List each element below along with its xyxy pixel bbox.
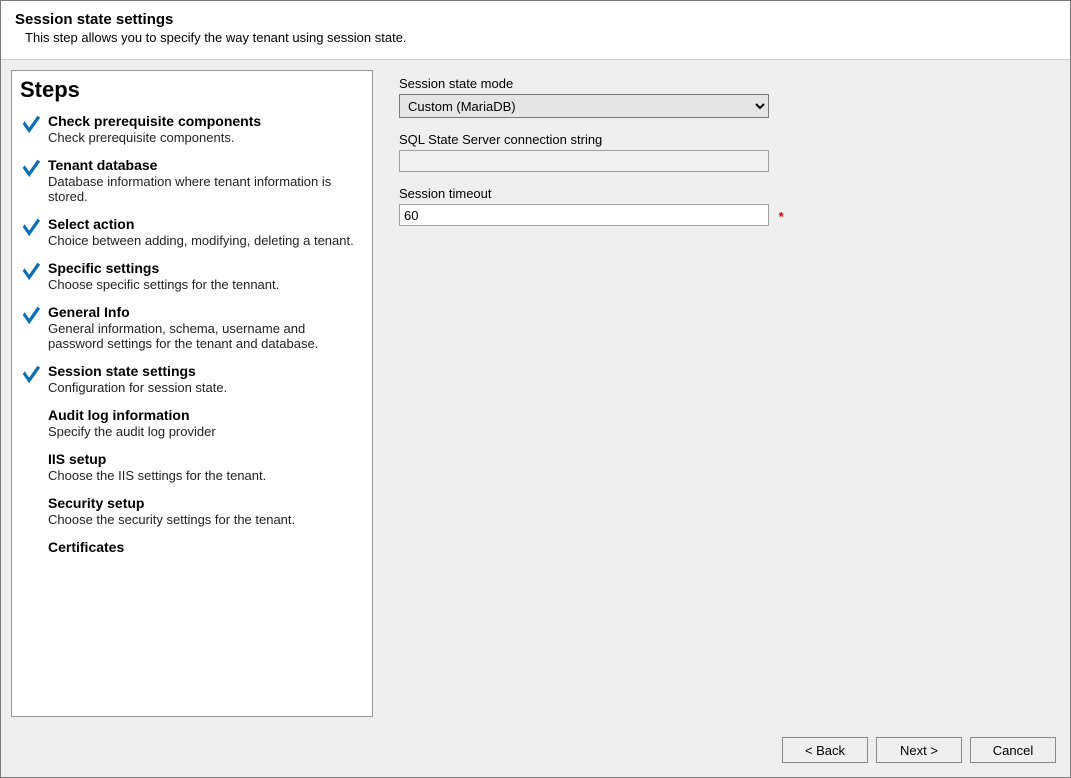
checkmark-icon <box>20 157 48 182</box>
step-title: Audit log information <box>48 407 362 423</box>
form-panel: Session state mode Custom (MariaDB) SQL … <box>393 70 1060 717</box>
steps-panel: Steps Check prerequisite componentsCheck… <box>11 70 373 717</box>
step-title: General Info <box>48 304 362 320</box>
step-title: Session state settings <box>48 363 362 379</box>
step-desc: Check prerequisite components. <box>48 130 362 145</box>
step-title: Security setup <box>48 495 362 511</box>
label-session-timeout: Session timeout <box>399 186 1040 201</box>
wizard-body: Steps Check prerequisite componentsCheck… <box>1 60 1070 727</box>
step-title: Tenant database <box>48 157 362 173</box>
step-item[interactable]: Audit log informationSpecify the audit l… <box>20 407 368 439</box>
step-title: Specific settings <box>48 260 362 276</box>
step-desc: Specify the audit log provider <box>48 424 362 439</box>
step-item[interactable]: Check prerequisite componentsCheck prere… <box>20 113 368 145</box>
steps-heading: Steps <box>20 77 372 103</box>
step-item[interactable]: Session state settingsConfiguration for … <box>20 363 368 395</box>
step-desc: Configuration for session state. <box>48 380 362 395</box>
field-connection-string: SQL State Server connection string <box>399 132 1040 172</box>
wizard-footer: < Back Next > Cancel <box>1 727 1070 777</box>
step-desc: Choose the security settings for the ten… <box>48 512 362 527</box>
step-desc: General information, schema, username an… <box>48 321 362 351</box>
steps-list[interactable]: Check prerequisite componentsCheck prere… <box>20 113 372 710</box>
checkmark-icon <box>20 113 48 138</box>
checkmark-icon <box>20 304 48 329</box>
step-item[interactable]: Tenant databaseDatabase information wher… <box>20 157 368 204</box>
required-indicator-icon: * <box>779 209 784 224</box>
step-item[interactable]: Select actionChoice between adding, modi… <box>20 216 368 248</box>
checkmark-icon <box>20 260 48 285</box>
step-desc: Choice between adding, modifying, deleti… <box>48 233 362 248</box>
step-title: Check prerequisite components <box>48 113 362 129</box>
input-connection-string[interactable] <box>399 150 769 172</box>
page-subtitle: This step allows you to specify the way … <box>25 30 1054 45</box>
step-item[interactable]: General InfoGeneral information, schema,… <box>20 304 368 351</box>
cancel-button[interactable]: Cancel <box>970 737 1056 763</box>
back-button[interactable]: < Back <box>782 737 868 763</box>
step-title: Certificates <box>48 539 362 555</box>
checkmark-icon <box>20 363 48 388</box>
next-button[interactable]: Next > <box>876 737 962 763</box>
wizard-header: Session state settings This step allows … <box>1 1 1070 60</box>
step-item[interactable]: IIS setupChoose the IIS settings for the… <box>20 451 368 483</box>
field-session-timeout: Session timeout * <box>399 186 1040 226</box>
step-desc: Choose the IIS settings for the tenant. <box>48 468 362 483</box>
step-desc: Choose specific settings for the tennant… <box>48 277 362 292</box>
field-session-state-mode: Session state mode Custom (MariaDB) <box>399 76 1040 118</box>
page-title: Session state settings <box>15 11 1054 28</box>
input-session-timeout[interactable] <box>399 204 769 226</box>
step-item[interactable]: Security setupChoose the security settin… <box>20 495 368 527</box>
step-item[interactable]: Specific settingsChoose specific setting… <box>20 260 368 292</box>
wizard-window: Session state settings This step allows … <box>0 0 1071 778</box>
label-connection-string: SQL State Server connection string <box>399 132 1040 147</box>
step-title: Select action <box>48 216 362 232</box>
step-title: IIS setup <box>48 451 362 467</box>
step-item[interactable]: Certificates <box>20 539 368 556</box>
label-session-state-mode: Session state mode <box>399 76 1040 91</box>
step-desc: Database information where tenant inform… <box>48 174 362 204</box>
checkmark-icon <box>20 216 48 241</box>
select-session-state-mode[interactable]: Custom (MariaDB) <box>399 94 769 118</box>
